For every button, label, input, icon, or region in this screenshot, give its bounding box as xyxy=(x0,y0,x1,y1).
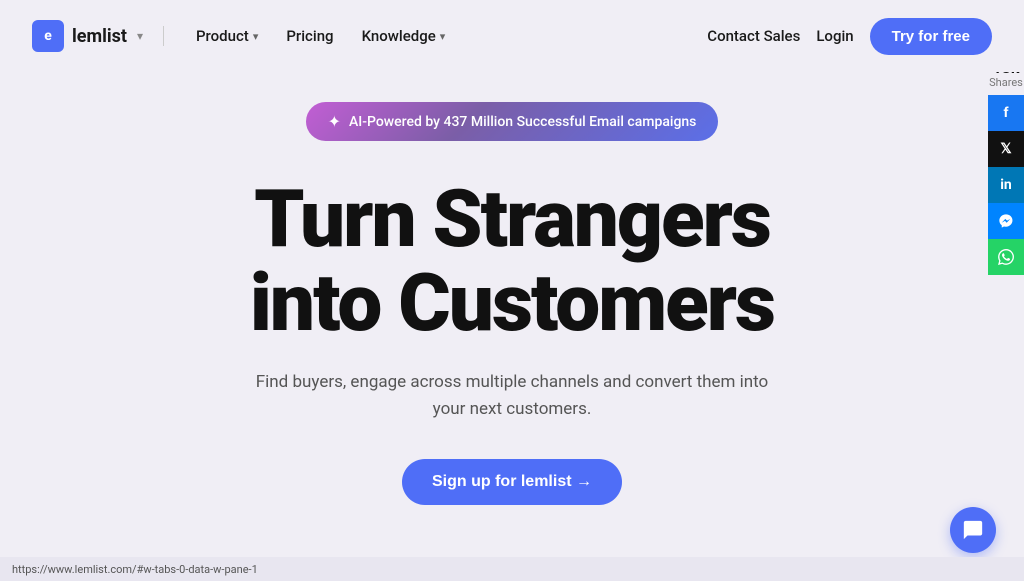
facebook-share-button[interactable]: f xyxy=(988,95,1024,131)
hero-subtitle: Find buyers, engage across multiple chan… xyxy=(252,369,772,423)
status-bar: https://www.lemlist.com/#w-tabs-0-data-w… xyxy=(0,557,1024,581)
share-label: Shares xyxy=(989,76,1023,89)
login-link[interactable]: Login xyxy=(816,27,853,45)
logo-icon[interactable]: e xyxy=(32,20,64,52)
signup-button[interactable]: Sign up for lemlist → xyxy=(402,459,622,505)
whatsapp-share-button[interactable] xyxy=(988,239,1024,275)
product-chevron-icon: ▾ xyxy=(253,30,259,43)
knowledge-chevron-icon: ▾ xyxy=(440,30,446,43)
navbar-left: e lemlist ▾ Product ▾ Pricing Knowledge … xyxy=(32,19,457,53)
nav-pricing[interactable]: Pricing xyxy=(274,19,345,53)
twitter-share-button[interactable]: 𝕏 xyxy=(988,131,1024,167)
logo-chevron-icon: ▾ xyxy=(137,29,143,43)
navbar-right: Contact Sales Login Try for free xyxy=(707,18,992,55)
try-free-button[interactable]: Try for free xyxy=(870,18,992,55)
nav-product[interactable]: Product ▾ xyxy=(184,19,270,53)
logo-name[interactable]: lemlist xyxy=(72,26,127,47)
nav-knowledge[interactable]: Knowledge ▾ xyxy=(350,19,458,53)
sparkle-icon: ✦ xyxy=(328,112,341,131)
status-url: https://www.lemlist.com/#w-tabs-0-data-w… xyxy=(12,563,258,576)
linkedin-share-button[interactable]: in xyxy=(988,167,1024,203)
hero-section: ✦ AI-Powered by 437 Million Successful E… xyxy=(0,72,1024,505)
messenger-share-button[interactable] xyxy=(988,203,1024,239)
hero-headline: Turn Strangers into Customers xyxy=(250,177,774,345)
nav-links: Product ▾ Pricing Knowledge ▾ xyxy=(184,19,457,53)
ai-badge: ✦ AI-Powered by 437 Million Successful E… xyxy=(306,102,719,141)
share-sidebar: 13k Shares f 𝕏 in xyxy=(988,60,1024,275)
nav-divider xyxy=(163,26,164,46)
contact-sales-link[interactable]: Contact Sales xyxy=(707,27,800,45)
navbar: e lemlist ▾ Product ▾ Pricing Knowledge … xyxy=(0,0,1024,72)
chat-bubble-button[interactable] xyxy=(950,507,996,553)
